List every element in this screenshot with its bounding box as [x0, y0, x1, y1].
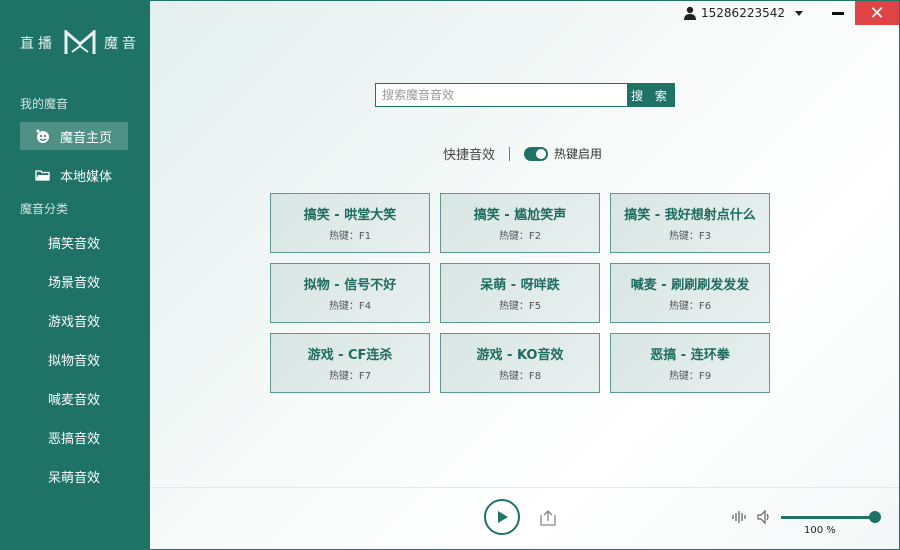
volume-slider-track[interactable] — [781, 516, 875, 519]
hotkey-toggle[interactable] — [524, 146, 549, 161]
sidebar-item-label: 本地媒体 — [60, 169, 113, 185]
app-logo: 直播 魔音 — [20, 30, 140, 56]
logo-m-icon — [64, 30, 96, 54]
effect-card[interactable]: 搞笑 - 尴尬笑声 热键：F2 — [440, 193, 600, 253]
search-bar: 搜 索 — [375, 83, 675, 107]
sidebar-item-home[interactable]: 魔音主页 — [20, 122, 128, 150]
play-icon — [498, 511, 508, 523]
speaker-icon[interactable] — [756, 509, 772, 525]
effect-hotkey: 热键：F2 — [498, 231, 542, 242]
sidebar-item-label: 魔音主页 — [60, 130, 113, 146]
volume-slider-handle[interactable] — [869, 511, 881, 523]
effects-grid: 搞笑 - 哄堂大笑 热键：F1 搞笑 - 尴尬笑声 热键：F2 搞笑 - 我好想… — [270, 193, 770, 393]
effect-title: 游戏 - KO音效 — [476, 348, 564, 363]
minimize-icon — [832, 11, 844, 15]
minimize-button[interactable] — [821, 1, 855, 25]
sidebar: 直播 魔音 我的魔音 魔音主页 本地媒体 魔音分类 搞笑音效 场景音效 游戏音效… — [0, 0, 150, 550]
volume-label: 100 % — [804, 525, 836, 536]
effect-hotkey: 热键：F9 — [668, 371, 712, 382]
search-button[interactable]: 搜 索 — [627, 83, 675, 107]
close-button[interactable]: ✕ — [855, 1, 899, 25]
category-item-scene[interactable]: 场景音效 — [48, 272, 100, 291]
effect-title: 恶搞 - 连环拳 — [650, 348, 730, 363]
effect-hotkey: 热键：F6 — [668, 301, 712, 312]
category-section-title: 魔音分类 — [20, 202, 69, 216]
logo-text-right: 魔音 — [104, 36, 140, 52]
category-item-mc[interactable]: 喊麦音效 — [48, 389, 100, 408]
effect-hotkey: 热键：F4 — [328, 301, 372, 312]
user-menu[interactable]: 15286223542 — [683, 6, 803, 20]
effect-card[interactable]: 搞笑 - 哄堂大笑 热键：F1 — [270, 193, 430, 253]
category-item-mimic[interactable]: 拟物音效 — [48, 350, 100, 369]
effect-hotkey: 热键：F8 — [498, 371, 542, 382]
effect-title: 拟物 - 信号不好 — [303, 278, 397, 293]
quick-effects-label: 快捷音效 — [443, 148, 496, 163]
search-input[interactable] — [375, 83, 627, 107]
main-panel: 15286223542 ✕ 搜 索 快捷音效 热键启用 搞笑 - 哄堂大笑 热键… — [150, 0, 900, 550]
effect-hotkey: 热键：F7 — [328, 371, 372, 382]
category-item-cute[interactable]: 呆萌音效 — [48, 467, 100, 486]
effect-title: 搞笑 - 哄堂大笑 — [303, 208, 397, 223]
waveform-icon[interactable] — [732, 510, 748, 524]
effect-hotkey: 热键：F3 — [668, 231, 712, 242]
effect-card[interactable]: 游戏 - CF连杀 热键：F7 — [270, 333, 430, 393]
quick-effects-header: 快捷音效 热键启用 — [443, 144, 602, 163]
user-id: 15286223542 — [701, 6, 785, 20]
hotkey-toggle-label: 热键启用 — [554, 147, 603, 161]
my-section-title: 我的魔音 — [20, 97, 69, 111]
effect-title: 搞笑 - 尴尬笑声 — [473, 208, 567, 223]
effect-hotkey: 热键：F1 — [328, 231, 372, 242]
effect-title: 搞笑 - 我好想射点什么 — [624, 208, 756, 223]
smiley-icon — [34, 127, 52, 145]
player-bar: 100 % — [150, 487, 899, 549]
chevron-down-icon — [795, 10, 803, 16]
export-icon[interactable] — [539, 509, 557, 527]
close-icon: ✕ — [869, 2, 885, 24]
category-item-funny[interactable]: 搞笑音效 — [48, 233, 100, 252]
logo-text-left: 直播 — [20, 36, 56, 52]
effect-card[interactable]: 搞笑 - 我好想射点什么 热键：F3 — [610, 193, 770, 253]
effect-title: 喊麦 - 刷刷刷发发发 — [630, 278, 750, 293]
user-icon — [684, 6, 697, 20]
effect-hotkey: 热键：F5 — [498, 301, 542, 312]
play-button[interactable] — [484, 499, 520, 535]
sidebar-item-local-media[interactable]: 本地媒体 — [20, 161, 128, 189]
effect-title: 游戏 - CF连杀 — [307, 348, 393, 363]
title-bar: 15286223542 ✕ — [683, 1, 899, 25]
effect-card[interactable]: 拟物 - 信号不好 热键：F4 — [270, 263, 430, 323]
effect-card[interactable]: 恶搞 - 连环拳 热键：F9 — [610, 333, 770, 393]
effect-card[interactable]: 喊麦 - 刷刷刷发发发 热键：F6 — [610, 263, 770, 323]
effect-title: 呆萌 - 呀咩跌 — [480, 278, 560, 293]
category-item-prank[interactable]: 恶搞音效 — [48, 428, 100, 447]
effect-card[interactable]: 游戏 - KO音效 热键：F8 — [440, 333, 600, 393]
divider — [509, 146, 511, 161]
effect-card[interactable]: 呆萌 - 呀咩跌 热键：F5 — [440, 263, 600, 323]
category-item-game[interactable]: 游戏音效 — [48, 311, 100, 330]
folder-icon — [34, 166, 52, 184]
